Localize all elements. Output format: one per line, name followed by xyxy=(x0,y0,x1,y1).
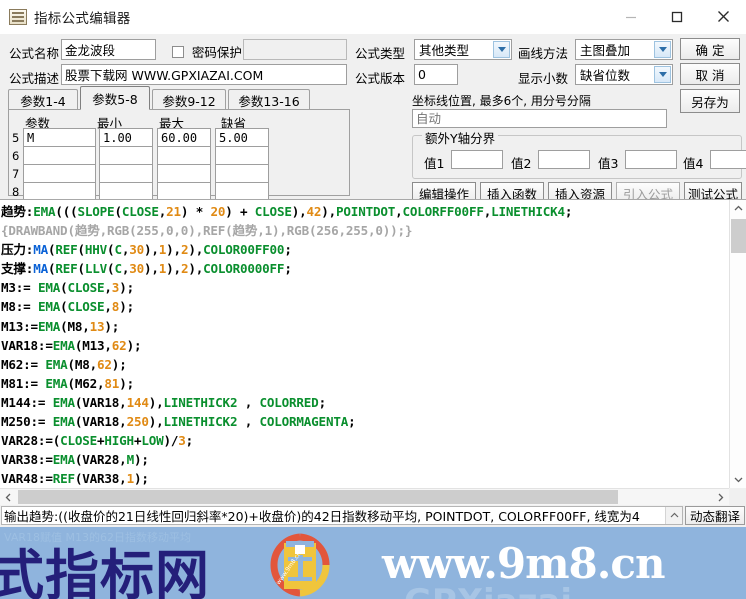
title-bar: 指标公式编辑器 xyxy=(0,0,746,34)
tab-params-5-8[interactable]: 参数5-8 xyxy=(80,86,150,110)
param-name-7-input[interactable] xyxy=(23,164,96,183)
formula-name-input[interactable] xyxy=(61,39,156,60)
save-as-button[interactable]: 另存为 xyxy=(680,89,740,113)
formula-desc-input[interactable] xyxy=(61,64,347,85)
draw-method-value: 主图叠加 xyxy=(580,43,631,58)
password-input[interactable] xyxy=(243,39,347,60)
row-index-8: 8 xyxy=(12,185,20,199)
y-value-3-label: 值3 xyxy=(598,156,619,171)
chevron-down-icon[interactable] xyxy=(493,41,510,58)
scroll-up-icon[interactable] xyxy=(730,200,746,217)
y-value-1-input[interactable] xyxy=(451,150,503,169)
param-min-7-input[interactable] xyxy=(99,164,153,183)
site-logo-icon: www.9m8.cn xyxy=(270,533,330,597)
code-text-area[interactable]: 趋势:EMA(((SLOPE(CLOSE,21) * 20) + CLOSE),… xyxy=(0,200,729,488)
param-default-6-input[interactable] xyxy=(215,146,269,165)
param-name-5-input[interactable] xyxy=(23,128,96,147)
editor-horizontal-scrollbar[interactable] xyxy=(0,488,746,505)
close-icon[interactable] xyxy=(700,0,746,33)
scroll-right-icon[interactable] xyxy=(712,489,729,505)
param-default-5-input[interactable] xyxy=(215,128,269,147)
application-icon xyxy=(9,8,27,25)
scroll-left-icon[interactable] xyxy=(0,489,17,505)
coordinate-line-input[interactable] xyxy=(412,109,667,128)
editor-vertical-scrollbar[interactable] xyxy=(729,200,746,488)
formula-type-label: 公式类型 xyxy=(355,46,406,61)
draw-method-select[interactable]: 主图叠加 xyxy=(575,39,673,60)
scrollbar-corner xyxy=(729,488,746,505)
explanation-scroll-up-icon[interactable] xyxy=(665,507,682,524)
checkbox-box[interactable] xyxy=(172,45,184,58)
y-value-2-label: 值2 xyxy=(511,156,532,171)
ghost-gpx-watermark: GPXiazai.com xyxy=(404,582,637,599)
row-index-5: 5 xyxy=(12,131,20,145)
tab-params-13-16[interactable]: 参数13-16 xyxy=(228,89,310,110)
y-value-2-input[interactable] xyxy=(538,150,590,169)
decimals-value: 缺省位数 xyxy=(580,68,631,83)
param-max-5-input[interactable] xyxy=(157,128,211,147)
status-bar: 输出趋势:((收盘价的21日线性回归斜率*20)+收盘价)的42日指数移动平均,… xyxy=(0,505,746,527)
tab-params-1-4[interactable]: 参数1-4 xyxy=(8,89,78,110)
row-index-6: 6 xyxy=(12,149,20,163)
param-max-7-input[interactable] xyxy=(157,164,211,183)
minimize-icon[interactable] xyxy=(608,0,654,33)
ok-button[interactable]: 确 定 xyxy=(680,38,740,60)
scroll-down-icon[interactable] xyxy=(730,471,746,488)
password-protect-checkbox[interactable]: 密码保护 xyxy=(172,42,242,61)
window-controls xyxy=(608,0,746,33)
maximize-icon[interactable] xyxy=(654,0,700,33)
window-title: 指标公式编辑器 xyxy=(34,10,131,27)
param-name-6-input[interactable] xyxy=(23,146,96,165)
watermark-site-url: www.9m8.cn xyxy=(382,539,665,588)
coordinate-hint-label: 坐标线位置, 最多6个, 用分号分隔 xyxy=(412,94,591,108)
y-value-3-input[interactable] xyxy=(625,150,677,169)
cancel-button[interactable]: 取 消 xyxy=(680,63,740,85)
chevron-down-icon[interactable] xyxy=(654,66,671,83)
decimals-select[interactable]: 缺省位数 xyxy=(575,64,673,85)
param-min-6-input[interactable] xyxy=(99,146,153,165)
formula-code-editor[interactable]: 趋势:EMA(((SLOPE(CLOSE,21) * 20) + CLOSE),… xyxy=(0,199,746,505)
chevron-down-icon[interactable] xyxy=(654,41,671,58)
ghost-gpx-name: GPXiazai xyxy=(404,582,572,599)
row-index-7: 7 xyxy=(12,167,20,181)
formula-explanation-field[interactable]: 输出趋势:((收盘价的21日线性回归斜率*20)+收盘价)的42日指数移动平均,… xyxy=(1,506,683,525)
dynamic-translate-button[interactable]: 动态翻译 xyxy=(685,506,745,525)
tab-params-9-12[interactable]: 参数9-12 xyxy=(152,89,226,110)
formula-type-value: 其他类型 xyxy=(419,43,470,58)
formula-version-label: 公式版本 xyxy=(355,71,406,86)
password-protect-label: 密码保护 xyxy=(191,45,242,60)
watermark-site-name-cn: 式指标网 xyxy=(0,544,210,599)
formula-explanation-text: 输出趋势:((收盘价的21日线性回归斜率*20)+收盘价)的42日指数移动平均,… xyxy=(4,509,640,524)
formula-type-select[interactable]: 其他类型 xyxy=(414,39,512,60)
draw-method-label: 画线方法 xyxy=(518,46,569,61)
form-panel: 公式名称 密码保护 公式类型 其他类型 画线方法 主图叠加 确 定 公式描述 公… xyxy=(0,33,746,204)
ghost-gpx-tld: .com xyxy=(572,591,637,599)
indicator-formula-editor-window: 指标公式编辑器 公式名称 密码保护 公式类型 其他类型 画线方法 xyxy=(0,0,746,599)
y-value-4-label: 值4 xyxy=(683,156,704,171)
formula-name-label: 公式名称 xyxy=(9,46,60,61)
extra-y-axis-group: 额外Y轴分界 值1 值2 值3 值4 xyxy=(412,128,746,179)
vertical-scroll-thumb[interactable] xyxy=(731,219,746,253)
extra-y-axis-title: 额外Y轴分界 xyxy=(422,128,499,147)
y-value-1-label: 值1 xyxy=(424,156,445,171)
param-default-7-input[interactable] xyxy=(215,164,269,183)
watermark-banner: VAR18赋值 M13的62日指数移动平均 式指标网 www.9m8.cn ww… xyxy=(0,527,746,599)
decimals-label: 显示小数 xyxy=(518,71,569,86)
param-max-6-input[interactable] xyxy=(157,146,211,165)
formula-version-input[interactable] xyxy=(414,64,458,85)
y-value-4-input[interactable] xyxy=(710,150,746,169)
horizontal-scroll-thumb[interactable] xyxy=(18,490,618,504)
parameter-table-page: 参数 最小 最大 缺省 5 6 7 8 xyxy=(8,109,350,201)
param-min-5-input[interactable] xyxy=(99,128,153,147)
formula-desc-label: 公式描述 xyxy=(9,71,60,86)
